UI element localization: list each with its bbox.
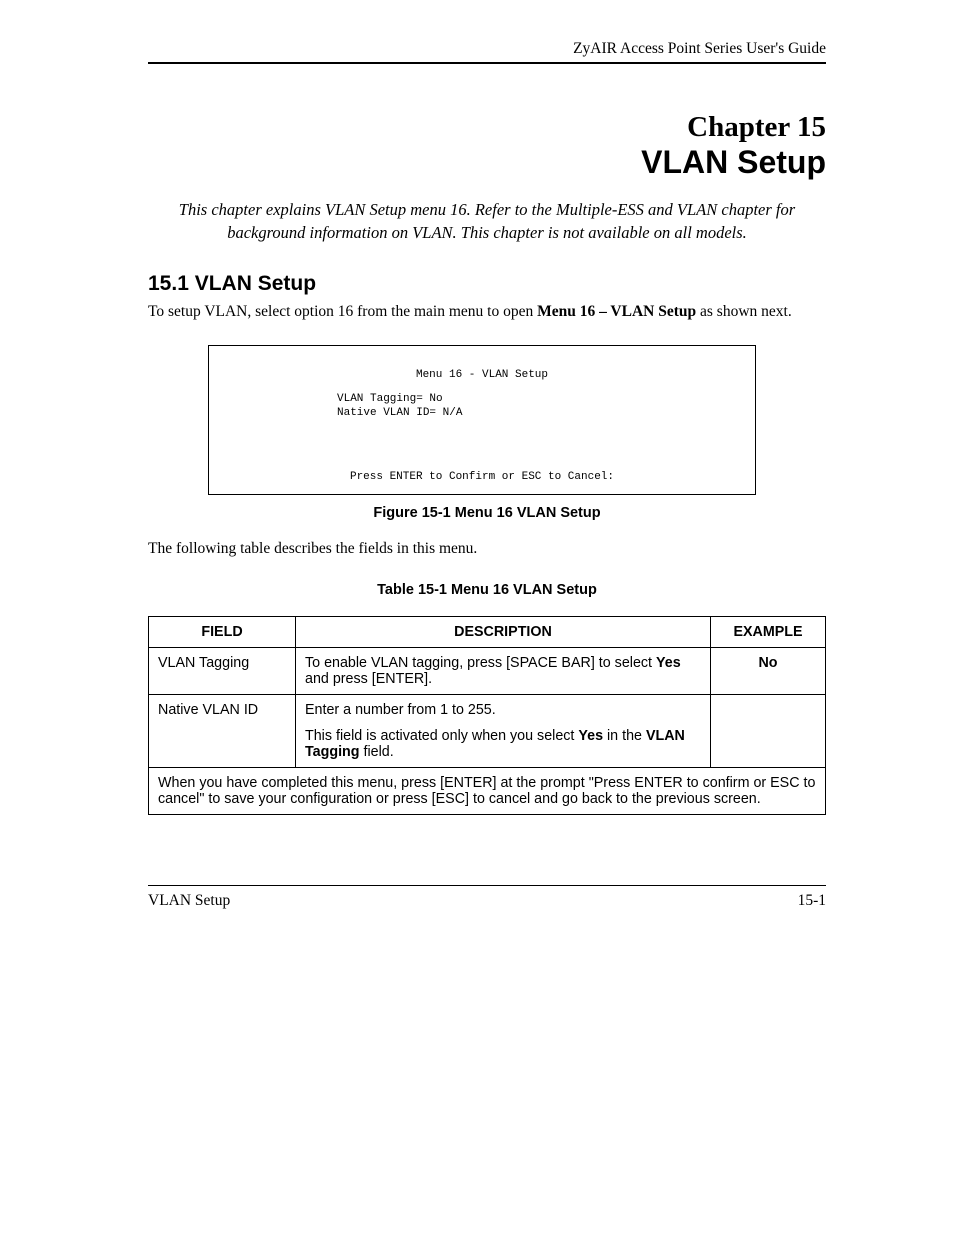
section-para-pre: To setup VLAN, select option 16 from the…: [148, 303, 537, 320]
section-heading: 15.1 VLAN Setup: [148, 272, 826, 296]
table-caption: Table 15-1 Menu 16 VLAN Setup: [148, 582, 826, 598]
desc-text: and press [ENTER].: [305, 671, 432, 687]
cell-description: Enter a number from 1 to 255. This field…: [296, 694, 711, 767]
table-intro: The following table describes the fields…: [148, 539, 826, 560]
chapter-label: Chapter 15: [148, 112, 826, 142]
terminal-line-1: VLAN Tagging= No: [337, 392, 745, 406]
th-example: EXAMPLE: [711, 616, 826, 647]
fields-table: FIELD DESCRIPTION EXAMPLE VLAN Tagging T…: [148, 616, 826, 815]
desc-para-2: This field is activated only when you se…: [305, 728, 701, 760]
desc-text: in the: [603, 728, 646, 744]
figure-caption: Figure 15-1 Menu 16 VLAN Setup: [148, 505, 826, 521]
th-description: DESCRIPTION: [296, 616, 711, 647]
section-para-bold: Menu 16 – VLAN Setup: [537, 303, 696, 320]
terminal-screenshot: Menu 16 - VLAN Setup VLAN Tagging= No Na…: [208, 345, 756, 495]
footer-rule: [148, 885, 826, 886]
desc-bold: Yes: [656, 655, 681, 671]
desc-text: This field is activated only when you se…: [305, 728, 578, 744]
section-para-post: as shown next.: [696, 303, 792, 320]
section-paragraph: To setup VLAN, select option 16 from the…: [148, 302, 826, 323]
chapter-intro: This chapter explains VLAN Setup menu 16…: [148, 199, 826, 244]
cell-example: [711, 694, 826, 767]
desc-text: field.: [360, 744, 394, 760]
cell-field: Native VLAN ID: [149, 694, 296, 767]
terminal-title: Menu 16 - VLAN Setup: [219, 368, 745, 382]
cell-field: VLAN Tagging: [149, 647, 296, 694]
cell-description: To enable VLAN tagging, press [SPACE BAR…: [296, 647, 711, 694]
header-guide-title: ZyAIR Access Point Series User's Guide: [148, 40, 826, 58]
table-footer-note: When you have completed this menu, press…: [149, 767, 826, 814]
desc-para-1: Enter a number from 1 to 255.: [305, 702, 701, 718]
table-row: Native VLAN ID Enter a number from 1 to …: [149, 694, 826, 767]
cell-example: No: [711, 647, 826, 694]
th-field: FIELD: [149, 616, 296, 647]
chapter-title: VLAN Setup: [148, 144, 826, 181]
desc-text: To enable VLAN tagging, press [SPACE BAR…: [305, 655, 656, 671]
header-rule: [148, 62, 826, 64]
desc-bold: Yes: [578, 728, 603, 744]
table-footer-row: When you have completed this menu, press…: [149, 767, 826, 814]
table-row: VLAN Tagging To enable VLAN tagging, pre…: [149, 647, 826, 694]
footer-right: 15-1: [798, 892, 826, 910]
terminal-footer: Press ENTER to Confirm or ESC to Cancel:: [209, 470, 755, 484]
footer-left: VLAN Setup: [148, 892, 230, 910]
terminal-line-2: Native VLAN ID= N/A: [337, 406, 745, 420]
